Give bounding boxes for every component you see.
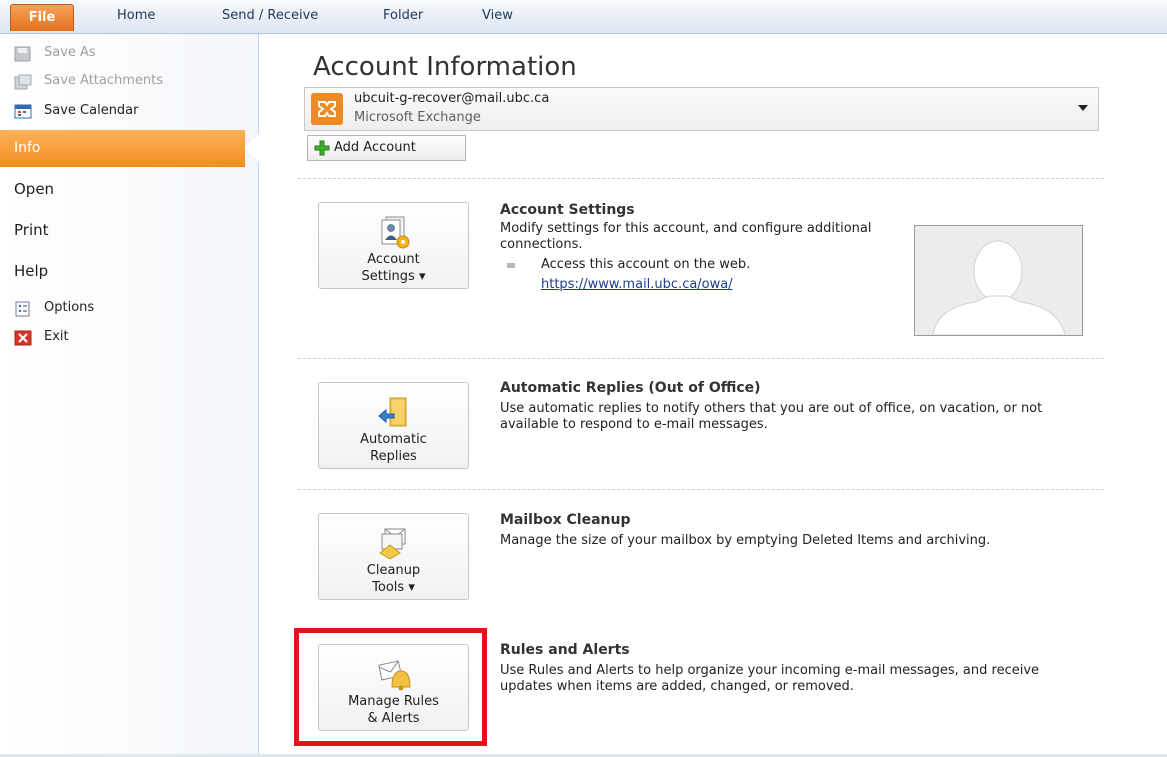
profile-picture[interactable] [914, 225, 1083, 336]
save-as-item[interactable]: Save As [44, 45, 96, 60]
rules-alerts-description: Use Rules and Alerts to help organize yo… [500, 663, 1040, 694]
account-settings-description: Modify settings for this account, and co… [500, 221, 872, 252]
divider [298, 358, 1104, 359]
tab-folder[interactable]: Folder [383, 8, 423, 23]
automatic-replies-button[interactable]: Automatic Replies [318, 382, 469, 469]
chevron-down-icon [1078, 105, 1088, 111]
selection-arrow-icon [245, 134, 259, 162]
save-attachments-icon [14, 74, 32, 90]
tab-file[interactable]: File [10, 4, 74, 31]
nav-info-label: Info [14, 140, 41, 156]
automatic-replies-label-2: Replies [370, 449, 417, 464]
owa-link[interactable]: https://www.mail.ubc.ca/owa/ [541, 277, 733, 292]
nav-help[interactable]: Help [14, 262, 48, 280]
account-settings-icon [381, 216, 410, 249]
nav-exit[interactable]: Exit [44, 329, 69, 344]
backstage-nav: Save As Save Attachments Save Calendar I… [0, 34, 259, 757]
account-settings-title: Account Settings [500, 202, 635, 218]
mailbox-cleanup-description: Manage the size of your mailbox by empty… [500, 533, 991, 548]
save-calendar-icon [14, 104, 32, 119]
tab-home[interactable]: Home [117, 8, 155, 23]
automatic-replies-icon [378, 397, 407, 427]
account-email: ubcuit-g-recover@mail.ubc.ca [354, 91, 550, 106]
nav-info-selected[interactable]: Info [0, 130, 259, 167]
add-account-label: Add Account [334, 140, 416, 155]
cleanup-tools-label-1: Cleanup [366, 563, 421, 578]
exchange-icon [311, 93, 343, 125]
account-type: Microsoft Exchange [354, 110, 481, 125]
save-as-icon [14, 46, 31, 62]
rules-alerts-title: Rules and Alerts [500, 642, 630, 658]
tab-view[interactable]: View [482, 8, 513, 23]
automatic-replies-label-1: Automatic [360, 432, 427, 447]
account-settings-label-2: Settings ▾ [361, 269, 426, 284]
bullet-icon [507, 263, 515, 268]
cleanup-tools-label-2: Tools ▾ [372, 580, 415, 595]
tab-send-receive[interactable]: Send / Receive [222, 8, 318, 23]
automatic-replies-description: Use automatic replies to notify others t… [500, 401, 1043, 432]
nav-open[interactable]: Open [14, 180, 54, 198]
cleanup-tools-button[interactable]: Cleanup Tools ▾ [318, 513, 469, 600]
web-access-text: Access this account on the web. [541, 257, 751, 272]
divider [298, 489, 1104, 490]
plus-icon [314, 140, 330, 156]
account-selector-dropdown[interactable]: ubcuit-g-recover@mail.ubc.ca Microsoft E… [304, 87, 1099, 131]
divider [298, 178, 1104, 179]
person-silhouette-icon [915, 226, 1082, 335]
nav-print[interactable]: Print [14, 221, 49, 239]
mailbox-cleanup-title: Mailbox Cleanup [500, 512, 631, 528]
page-title: Account Information [313, 52, 577, 82]
ribbon-tab-bar: File Home Send / Receive Folder View [0, 0, 1167, 34]
save-calendar-item[interactable]: Save Calendar [44, 103, 139, 118]
highlight-box [294, 628, 487, 746]
account-settings-label-1: Account [367, 252, 420, 267]
automatic-replies-title: Automatic Replies (Out of Office) [500, 380, 761, 396]
account-settings-button[interactable]: Account Settings ▾ [318, 202, 469, 289]
exit-icon [14, 330, 32, 346]
nav-options[interactable]: Options [44, 300, 94, 315]
options-icon [15, 301, 30, 317]
add-account-button[interactable]: Add Account [307, 135, 466, 161]
cleanup-tools-icon [379, 528, 406, 560]
save-attachments-item[interactable]: Save Attachments [44, 73, 163, 88]
